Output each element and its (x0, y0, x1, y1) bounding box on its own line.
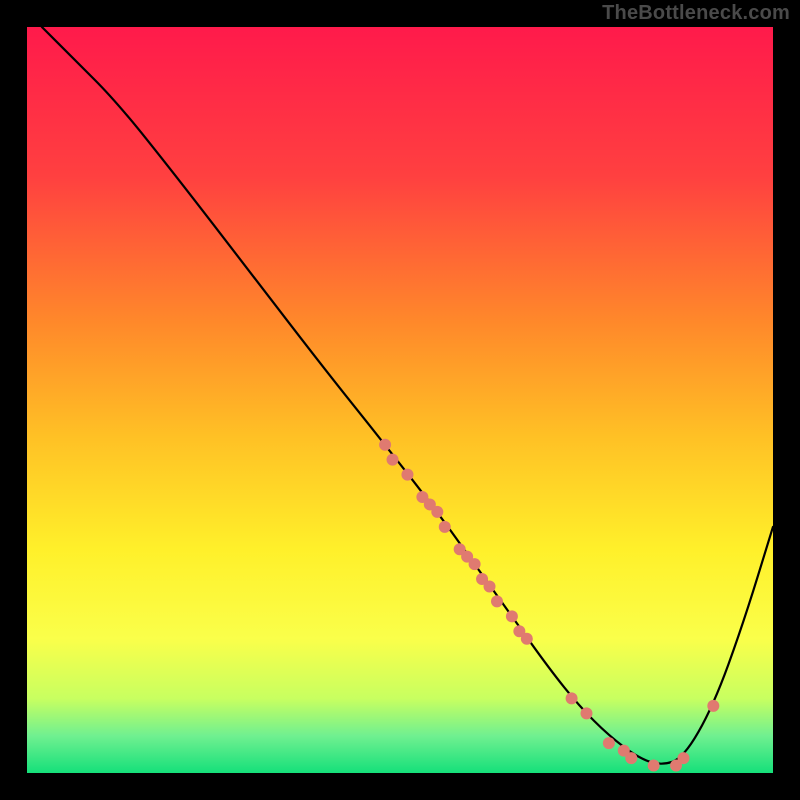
data-point (401, 469, 413, 481)
data-point (677, 752, 689, 764)
data-point (506, 610, 518, 622)
data-point (521, 633, 533, 645)
data-point (387, 454, 399, 466)
data-point (566, 692, 578, 704)
chart-svg (0, 0, 800, 800)
data-point (439, 521, 451, 533)
data-point (581, 707, 593, 719)
chart-container: TheBottleneck.com (0, 0, 800, 800)
data-point (469, 558, 481, 570)
data-point (379, 439, 391, 451)
plot-background (27, 27, 773, 773)
watermark-text: TheBottleneck.com (602, 2, 790, 25)
data-point (707, 700, 719, 712)
data-point (491, 595, 503, 607)
data-point (603, 737, 615, 749)
data-point (648, 760, 660, 772)
data-point (431, 506, 443, 518)
data-point (625, 752, 637, 764)
data-point (484, 581, 496, 593)
